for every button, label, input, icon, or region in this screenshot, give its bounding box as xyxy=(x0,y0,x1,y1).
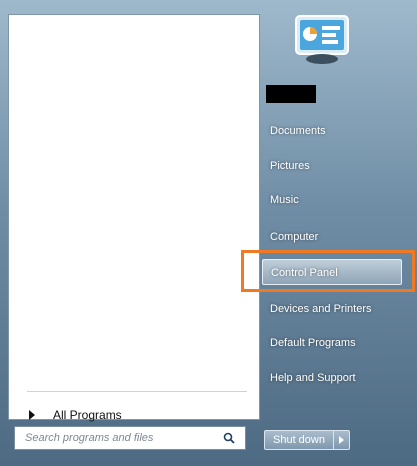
highlight-frame xyxy=(241,250,415,292)
programs-separator xyxy=(27,391,247,392)
right-pane: Documents Pictures Music Computer Contro… xyxy=(260,0,417,466)
programs-pane: All Programs xyxy=(8,14,260,422)
menu-item-pictures[interactable]: Pictures xyxy=(266,155,390,177)
all-programs-label: All Programs xyxy=(53,408,122,422)
magnifier-icon[interactable] xyxy=(223,432,235,444)
menu-item-music[interactable]: Music xyxy=(266,189,390,211)
start-menu: All Programs Documents Pictures Music Co… xyxy=(0,0,417,466)
search-input[interactable] xyxy=(23,427,217,449)
triangle-right-icon xyxy=(29,410,35,420)
menu-item-documents[interactable]: Documents xyxy=(266,120,390,142)
menu-item-default-programs[interactable]: Default Programs xyxy=(266,332,390,354)
menu-item-computer[interactable]: Computer xyxy=(266,226,390,248)
user-picture-icon[interactable] xyxy=(292,14,352,66)
shutdown-group: Shut down xyxy=(264,430,350,450)
search-box[interactable] xyxy=(14,426,246,450)
user-name[interactable] xyxy=(266,85,316,103)
menu-item-devices-and-printers[interactable]: Devices and Printers xyxy=(266,298,390,320)
all-programs-button[interactable]: All Programs xyxy=(23,403,253,427)
chevron-right-icon[interactable] xyxy=(333,430,350,450)
shutdown-button[interactable]: Shut down xyxy=(264,430,334,450)
menu-item-help-and-support[interactable]: Help and Support xyxy=(266,367,390,389)
